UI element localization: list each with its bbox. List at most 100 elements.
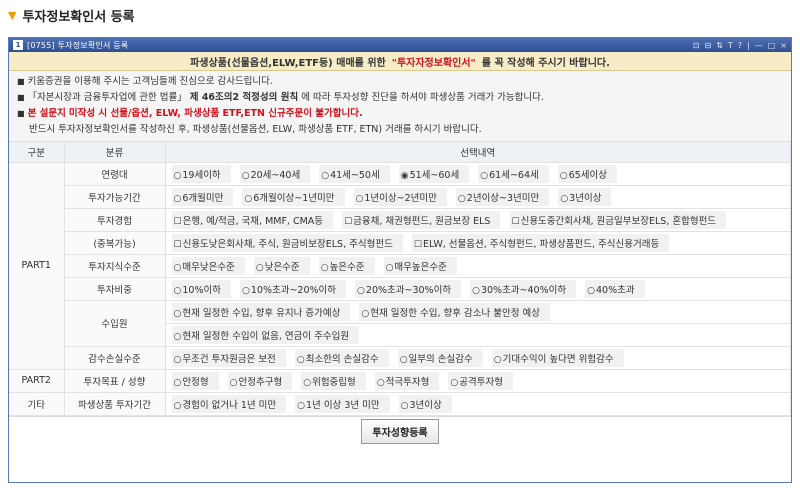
notice-line-4: 반드시 투자자정보확인서를 작성하신 후, 파생상품(선물옵션, ELW, 파생… bbox=[29, 124, 482, 135]
radio-period-4[interactable]: ○3년이상 bbox=[558, 187, 612, 206]
options-ratio: ○10%이하 ○10%초과~20%이하 ○20%초과~30%이하 ○30%초과~… bbox=[165, 277, 791, 301]
banner-lead: 파생상품(선물옵션,ELW,ETF등) 매매를 위한 bbox=[190, 57, 386, 69]
notice-box: ■ 키움증권을 이용해 주시는 고객님들께 진심으로 감사드립니다. ■ 「자본시장… bbox=[9, 71, 791, 142]
radio-knowledge-0[interactable]: ○매우낮은수준 bbox=[171, 256, 245, 275]
radio-income-1[interactable]: ○현재 일정한 수입, 향후 감소나 불안정 예상 bbox=[359, 302, 550, 321]
row-loss: 감수손실수준 ○무조건 투자원금은 보전 ○최소한의 손실감수 ○일부의 손실감… bbox=[9, 346, 791, 370]
radio-goal-0[interactable]: ○안정형 bbox=[171, 371, 219, 390]
options-income-1: ○현재 일정한 수입, 향후 유지나 증가예상 ○현재 일정한 수입, 향후 감… bbox=[165, 300, 791, 324]
options-experience-1: ☐은행, 예/적금, 국채, MMF, CMA등 ☐금융채, 채권형펀드, 원금… bbox=[165, 208, 791, 232]
radio-age-2[interactable]: ○41세~50세 bbox=[319, 164, 390, 183]
radio-goal-3[interactable]: ○적극투자형 bbox=[374, 371, 440, 390]
radio-knowledge-3[interactable]: ○매우높은수준 bbox=[383, 256, 457, 275]
radio-goal-2[interactable]: ○위험중립형 bbox=[301, 371, 366, 390]
etc-label: 기타 bbox=[9, 392, 65, 416]
close-icon[interactable]: × bbox=[780, 41, 787, 50]
label-experience: 투자경험 bbox=[64, 208, 166, 232]
options-loss: ○무조건 투자원금은 보전 ○최소한의 손실감수 ○일부의 손실감수 ○기대수익… bbox=[165, 346, 791, 370]
row-knowledge: 투자지식수준 ○매우낮은수준 ○낮은수준 ○높은수준 ○매우높은수준 bbox=[9, 254, 791, 278]
square-bullet-icon: ■ bbox=[17, 93, 25, 102]
help-icon[interactable]: ? bbox=[738, 41, 742, 50]
radio-knowledge-1[interactable]: ○낮은수준 bbox=[253, 256, 310, 275]
maximize-icon[interactable]: □ bbox=[768, 41, 776, 50]
window-number-icon: 1 bbox=[13, 40, 23, 50]
investor-info-table: 구분 분류 선택내역 PART1 연령대 ○19세이하 ○20세~40세 ○41… bbox=[9, 142, 791, 416]
radio-ratio-3[interactable]: ○30%초과~40%이하 bbox=[470, 279, 577, 298]
part1-label: PART1 bbox=[9, 162, 65, 370]
radio-period-0[interactable]: ○6개월미만 bbox=[171, 187, 234, 206]
part2-label: PART2 bbox=[9, 369, 65, 393]
table-header-row: 구분 분류 선택내역 bbox=[9, 142, 791, 163]
sort-icon[interactable]: ⇅ bbox=[716, 41, 723, 50]
header-choices: 선택내역 bbox=[165, 142, 791, 163]
square-bullet-icon: ■ bbox=[17, 109, 25, 118]
label-deriv: 파생상품 투자기간 bbox=[64, 392, 166, 416]
window-controls: ⊡ ⊟ ⇅ T ? | — □ × bbox=[693, 41, 787, 50]
radio-age-1[interactable]: ○20세~40세 bbox=[239, 164, 311, 183]
options-goal: ○안정형 ○안정추구형 ○위험중립형 ○적극투자형 ○공격투자형 bbox=[165, 369, 791, 393]
row-experience-1: 투자경험 ☐은행, 예/적금, 국채, MMF, CMA등 ☐금융채, 채권형펀… bbox=[9, 208, 791, 232]
radio-ratio-2[interactable]: ○20%초과~30%이하 bbox=[355, 279, 462, 298]
register-button[interactable]: 투자성향등록 bbox=[361, 418, 439, 444]
label-age: 연령대 bbox=[64, 162, 166, 186]
radio-age-5[interactable]: ○65세이상 bbox=[557, 164, 617, 183]
options-period: ○6개월미만 ○6개월이상~1년미만 ○1년이상~2년미만 ○2년이상~3년미만… bbox=[165, 185, 791, 209]
radio-deriv-0[interactable]: ○경험이 없거나 1년 미만 bbox=[171, 394, 287, 413]
checkbox-exp-4[interactable]: ☐ELW, 선물옵션, 주식형펀드, 파생상품펀드, 주식신용거래등 bbox=[411, 233, 670, 252]
label-goal: 투자목표 / 성향 bbox=[64, 369, 166, 393]
investor-info-window: 1 [0755] 투자정보확인서 등록 ⊡ ⊟ ⇅ T ? | — □ × 파생… bbox=[8, 37, 792, 483]
radio-period-1[interactable]: ○6개월이상~1년미만 bbox=[242, 187, 345, 206]
window-titlebar: 1 [0755] 투자정보확인서 등록 ⊡ ⊟ ⇅ T ? | — □ × bbox=[9, 38, 791, 52]
instruction-banner: 파생상품(선물옵션,ELW,ETF등) 매매를 위한 "투자자정보확인서" 를 … bbox=[9, 52, 791, 71]
row-experience-2: (중복가능) ☐신용도낮은회사채, 주식, 원금비보장ELS, 주식형펀드 ☐E… bbox=[9, 231, 791, 255]
radio-loss-2[interactable]: ○일부의 손실감수 bbox=[397, 348, 483, 367]
label-experience-dup: (중복가능) bbox=[64, 231, 166, 255]
checkbox-exp-0[interactable]: ☐은행, 예/적금, 국채, MMF, CMA등 bbox=[171, 210, 334, 229]
page-title: 투자정보확인서 등록 bbox=[22, 9, 135, 25]
radio-knowledge-2[interactable]: ○높은수준 bbox=[318, 256, 375, 275]
row-income-1: 수입원 ○현재 일정한 수입, 향후 유지나 증가예상 ○현재 일정한 수입, … bbox=[9, 300, 791, 347]
window-title: [0755] 투자정보확인서 등록 bbox=[27, 40, 129, 50]
row-deriv: 기타 파생상품 투자기간 ○경험이 없거나 1년 미만 ○1년 이상 3년 미만… bbox=[9, 392, 791, 416]
checkbox-exp-1[interactable]: ☐금융채, 채권형펀드, 원금보장 ELS bbox=[342, 210, 501, 229]
radio-income-0[interactable]: ○현재 일정한 수입, 향후 유지나 증가예상 bbox=[171, 302, 351, 321]
window-title-text: 투자정보확인서 등록 bbox=[57, 40, 129, 50]
checkbox-exp-3[interactable]: ☐신용도낮은회사채, 주식, 원금비보장ELS, 주식형펀드 bbox=[171, 233, 403, 252]
notice-line-3: ■ 본 설문지 미작성 시 선물/옵션, ELW, 파생상품 ETF,ETN 신규… bbox=[17, 108, 363, 119]
font-icon[interactable]: T bbox=[728, 41, 733, 50]
radio-loss-0[interactable]: ○무조건 투자원금은 보전 bbox=[171, 348, 286, 367]
screen-id: 0755 bbox=[30, 40, 52, 50]
radio-age-3-selected[interactable]: ◉51세~60세 bbox=[398, 164, 470, 183]
link-icon[interactable]: ⊡ bbox=[693, 41, 700, 50]
radio-ratio-0[interactable]: ○10%이하 bbox=[171, 279, 231, 298]
options-age: ○19세이하 ○20세~40세 ○41세~50세 ◉51세~60세 ○61세~6… bbox=[165, 162, 791, 186]
radio-period-2[interactable]: ○1년이상~2년미만 bbox=[353, 187, 447, 206]
radio-period-3[interactable]: ○2년이상~3년미만 bbox=[455, 187, 550, 206]
notice-line-1: ■ 키움증권을 이용해 주시는 고객님들께 진심으로 감사드립니다. bbox=[17, 76, 273, 87]
print-icon[interactable]: ⊟ bbox=[704, 41, 711, 50]
radio-deriv-1[interactable]: ○1년 이상 3년 미만 bbox=[295, 394, 390, 413]
options-income-2: ○현재 일정한 수입이 없음, 연금이 주수입원 bbox=[165, 323, 791, 347]
triangle-bullet-icon: ▼ bbox=[8, 8, 17, 22]
radio-goal-1[interactable]: ○안정추구형 bbox=[227, 371, 293, 390]
row-ratio: 투자비중 ○10%이하 ○10%초과~20%이하 ○20%초과~30%이하 ○3… bbox=[9, 277, 791, 301]
square-bullet-icon: ■ bbox=[17, 77, 25, 86]
radio-age-4[interactable]: ○61세~64세 bbox=[478, 164, 549, 183]
radio-ratio-1[interactable]: ○10%초과~20%이하 bbox=[240, 279, 347, 298]
radio-ratio-4[interactable]: ○40%초과 bbox=[585, 279, 645, 298]
options-experience-2: ☐신용도낮은회사채, 주식, 원금비보장ELS, 주식형펀드 ☐ELW, 선물옵… bbox=[165, 231, 791, 255]
row-goal: PART2 투자목표 / 성향 ○안정형 ○안정추구형 ○위험중립형 ○적극투자… bbox=[9, 369, 791, 393]
radio-goal-4[interactable]: ○공격투자형 bbox=[448, 371, 513, 390]
label-knowledge: 투자지식수준 bbox=[64, 254, 166, 278]
label-ratio: 투자비중 bbox=[64, 277, 166, 301]
radio-deriv-2[interactable]: ○3년이상 bbox=[398, 394, 452, 413]
checkbox-exp-2[interactable]: ☐신용도중간회사채, 원금일부보장ELS, 혼합형펀드 bbox=[509, 210, 727, 229]
separator: | bbox=[747, 40, 750, 50]
options-knowledge: ○매우낮은수준 ○낮은수준 ○높은수준 ○매우높은수준 bbox=[165, 254, 791, 278]
radio-age-0[interactable]: ○19세이하 bbox=[171, 164, 231, 183]
row-age: PART1 연령대 ○19세이하 ○20세~40세 ○41세~50세 ◉51세~… bbox=[9, 162, 791, 370]
radio-income-2[interactable]: ○현재 일정한 수입이 없음, 연금이 주수입원 bbox=[171, 325, 360, 344]
radio-loss-1[interactable]: ○최소한의 손실감수 bbox=[294, 348, 389, 367]
minimize-icon[interactable]: — bbox=[755, 41, 763, 50]
radio-loss-3[interactable]: ○기대수익이 높다면 위험감수 bbox=[491, 348, 624, 367]
